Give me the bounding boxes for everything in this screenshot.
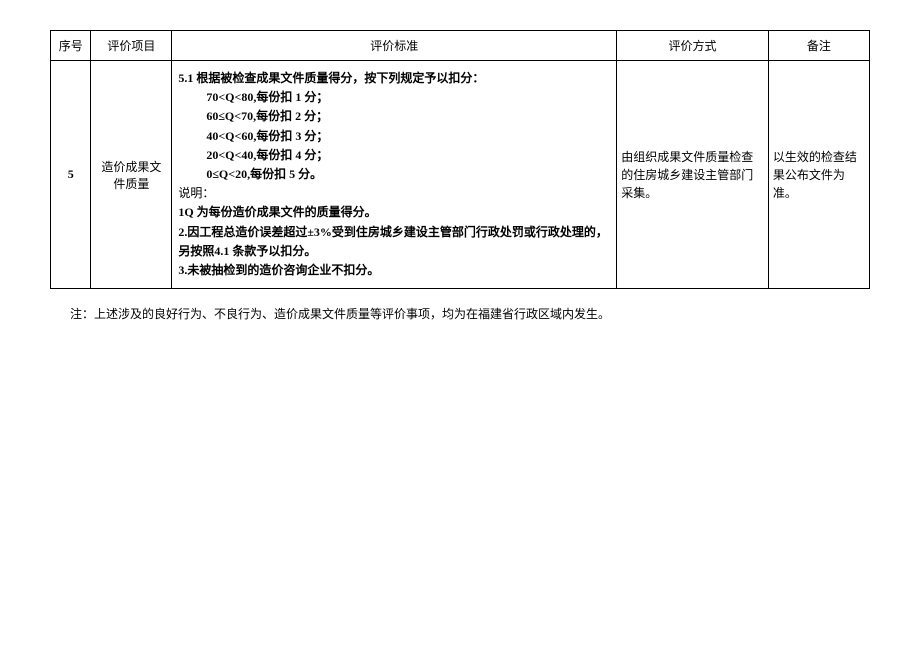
standard-title: 5.1 根据被检查成果文件质量得分，按下列规定予以扣分：: [178, 69, 610, 88]
footnote: 注：上述涉及的良好行为、不良行为、造价成果文件质量等评价事项，均为在福建省行政区…: [50, 305, 870, 324]
standard-rule: 0≤Q<20,每份扣 5 分。: [178, 165, 610, 184]
header-seq: 序号: [51, 31, 91, 61]
cell-seq: 5: [51, 61, 91, 289]
cell-remark: 以生效的检查结果公布文件为准。: [768, 61, 869, 289]
standard-rule: 70<Q<80,每份扣 1 分；: [178, 88, 610, 107]
cell-method: 由组织成果文件质量检查的住房城乡建设主管部门采集。: [617, 61, 769, 289]
standard-note-label: 说明：: [178, 184, 610, 203]
standard-note: 1Q 为每份造价成果文件的质量得分。: [178, 203, 610, 222]
table-row: 5 造价成果文件质量 5.1 根据被检查成果文件质量得分，按下列规定予以扣分： …: [51, 61, 870, 289]
evaluation-table: 序号 评价项目 评价标准 评价方式 备注 5 造价成果文件质量 5.1 根据被检…: [50, 30, 870, 289]
cell-item: 造价成果文件质量: [91, 61, 172, 289]
header-remark: 备注: [768, 31, 869, 61]
standard-note: 3.未被抽检到的造价咨询企业不扣分。: [178, 261, 610, 280]
header-method: 评价方式: [617, 31, 769, 61]
standard-rule: 40<Q<60,每份扣 3 分；: [178, 127, 610, 146]
standard-note: 2.因工程总造价误差超过±3%受到住房城乡建设主管部门行政处罚或行政处理的，另按…: [178, 223, 610, 261]
standard-rule: 20<Q<40,每份扣 4 分；: [178, 146, 610, 165]
table-header-row: 序号 评价项目 评价标准 评价方式 备注: [51, 31, 870, 61]
header-item: 评价项目: [91, 31, 172, 61]
standard-rule: 60≤Q<70,每份扣 2 分；: [178, 107, 610, 126]
cell-standard: 5.1 根据被检查成果文件质量得分，按下列规定予以扣分： 70<Q<80,每份扣…: [172, 61, 617, 289]
header-standard: 评价标准: [172, 31, 617, 61]
